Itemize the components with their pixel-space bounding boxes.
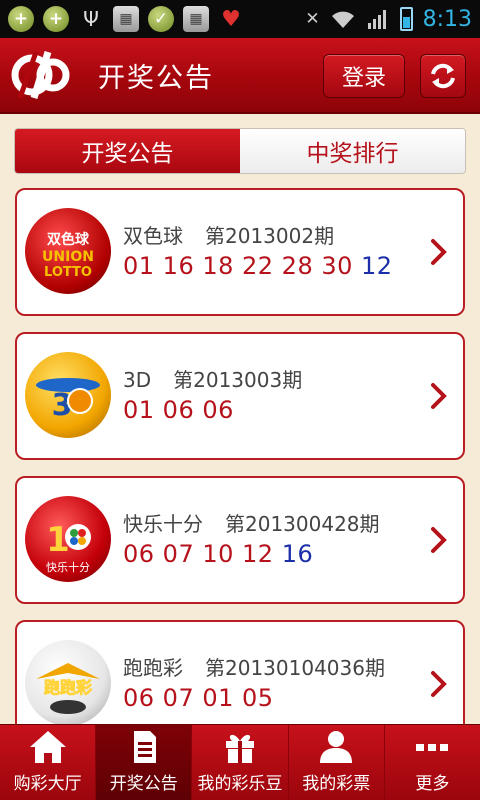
- refresh-button[interactable]: [420, 54, 466, 98]
- nav-label: 更多: [415, 774, 450, 794]
- lottery-card-3d[interactable]: 3 3D 第2013003期 01 06 06: [15, 332, 465, 460]
- notification-plus-warning-icon: +: [8, 6, 34, 32]
- nav-label: 购彩大厅: [13, 774, 82, 794]
- ssq-logo-line3: LOTTO: [44, 265, 92, 280]
- lottery-issue: 第20130104036期: [205, 656, 385, 680]
- battery-icon: [399, 7, 413, 31]
- chevron-right-icon: [431, 383, 447, 409]
- nav-label: 我的彩票: [302, 774, 371, 794]
- content-area: 开奖公告 中奖排行 双色球 UNION LOTTO 双色球 第2013002期 0…: [0, 114, 480, 724]
- winning-numbers: 01 06 06: [123, 396, 234, 424]
- lottery-issue: 第201300428期: [225, 512, 380, 536]
- lottery-name: 双色球: [123, 224, 183, 248]
- gift-icon: [220, 729, 260, 765]
- notification-check-icon: ✓: [148, 6, 174, 32]
- nav-lottery-hall[interactable]: 购彩大厅: [0, 725, 97, 800]
- blue-numbers: 12: [361, 252, 393, 280]
- heart-icon: ♥: [221, 6, 241, 32]
- vibrate-icon: ✕: [305, 9, 320, 29]
- nav-more[interactable]: 更多: [385, 725, 480, 800]
- wifi-icon: [331, 11, 354, 28]
- clock: 8:13: [422, 6, 472, 32]
- refresh-icon: [431, 63, 455, 89]
- ssq-logo-line2: UNION: [42, 249, 94, 265]
- nav-my-beans[interactable]: 我的彩乐豆: [192, 725, 289, 800]
- lottery-name: 快乐十分: [123, 512, 203, 536]
- tab-winning-ranking[interactable]: 中奖排行: [240, 129, 465, 173]
- signal-icon: [367, 10, 386, 29]
- lottery-title: 跑跑彩 第20130104036期: [123, 652, 385, 681]
- more-icon: [412, 729, 452, 765]
- blue-numbers: 16: [281, 540, 314, 568]
- app-logo-icon: [10, 49, 72, 101]
- chevron-right-icon: [431, 527, 447, 553]
- nav-label: 开奖公告: [109, 774, 178, 794]
- notification-plus-icon: +: [43, 6, 69, 32]
- lottery-title: 双色球 第2013002期: [123, 220, 334, 249]
- nav-label: 我的彩乐豆: [197, 774, 283, 794]
- 3d-logo-icon: 3: [25, 352, 111, 438]
- app-header: 开奖公告 登录: [0, 38, 480, 114]
- ssq-logo-line1: 双色球: [47, 231, 90, 248]
- red-numbers: 01 16 18 22 28 30: [123, 252, 353, 280]
- user-icon: [316, 729, 356, 765]
- lottery-card-running[interactable]: 跑跑彩 跑跑彩 第20130104036期 06 07 01 05: [15, 620, 465, 724]
- app-notification-icon-2: ▦: [183, 6, 209, 32]
- lottery-name: 3D: [123, 368, 152, 392]
- nav-my-tickets[interactable]: 我的彩票: [289, 725, 385, 800]
- happy-ten-logo-text: 快乐十分: [46, 560, 90, 574]
- home-icon: [28, 729, 68, 765]
- red-numbers: 01 06 06: [123, 396, 234, 424]
- lottery-name: 跑跑彩: [123, 656, 183, 680]
- lottery-issue: 第2013003期: [173, 368, 303, 392]
- usb-icon: Ψ: [83, 7, 99, 31]
- lottery-card-happy-ten[interactable]: 1 快乐十分 快乐十分 第201300428期 06 07 10 12 16: [15, 476, 465, 604]
- lottery-card-ssq[interactable]: 双色球 UNION LOTTO 双色球 第2013002期 01 16 18 22…: [15, 188, 465, 316]
- winning-numbers: 06 07 01 05: [123, 684, 274, 712]
- chevron-right-icon: [431, 239, 447, 265]
- page-title: 开奖公告: [98, 62, 214, 94]
- tab-bar: 开奖公告 中奖排行: [14, 128, 466, 174]
- double-color-ball-logo-icon: 双色球 UNION LOTTO: [25, 208, 111, 294]
- status-bar: + + Ψ ▦ ✓ ▦ ♥ ✕ 8:13: [0, 0, 480, 38]
- lottery-title: 快乐十分 第201300428期: [123, 508, 380, 537]
- winning-numbers: 06 07 10 12 16: [123, 540, 313, 568]
- bottom-navigation: 购彩大厅 开奖公告 我的彩乐豆 我的彩票 更多: [0, 724, 480, 800]
- lottery-issue: 第2013002期: [205, 224, 335, 248]
- document-icon: [124, 729, 164, 765]
- app-notification-icon: ▦: [113, 6, 139, 32]
- running-lottery-logo-icon: 跑跑彩: [25, 640, 111, 724]
- chevron-right-icon: [431, 671, 447, 697]
- winning-numbers: 01 16 18 22 28 30 12: [123, 252, 393, 280]
- red-numbers: 06 07 10 12: [123, 540, 274, 568]
- tab-draw-announcement[interactable]: 开奖公告: [15, 129, 240, 173]
- login-button[interactable]: 登录: [323, 54, 405, 98]
- lottery-title: 3D 第2013003期: [123, 364, 302, 393]
- red-numbers: 06 07 01 05: [123, 684, 274, 712]
- happy-ten-logo-icon: 1 快乐十分: [25, 496, 111, 582]
- nav-draw-announcement[interactable]: 开奖公告: [96, 725, 193, 800]
- running-logo-text: 跑跑彩: [44, 678, 92, 697]
